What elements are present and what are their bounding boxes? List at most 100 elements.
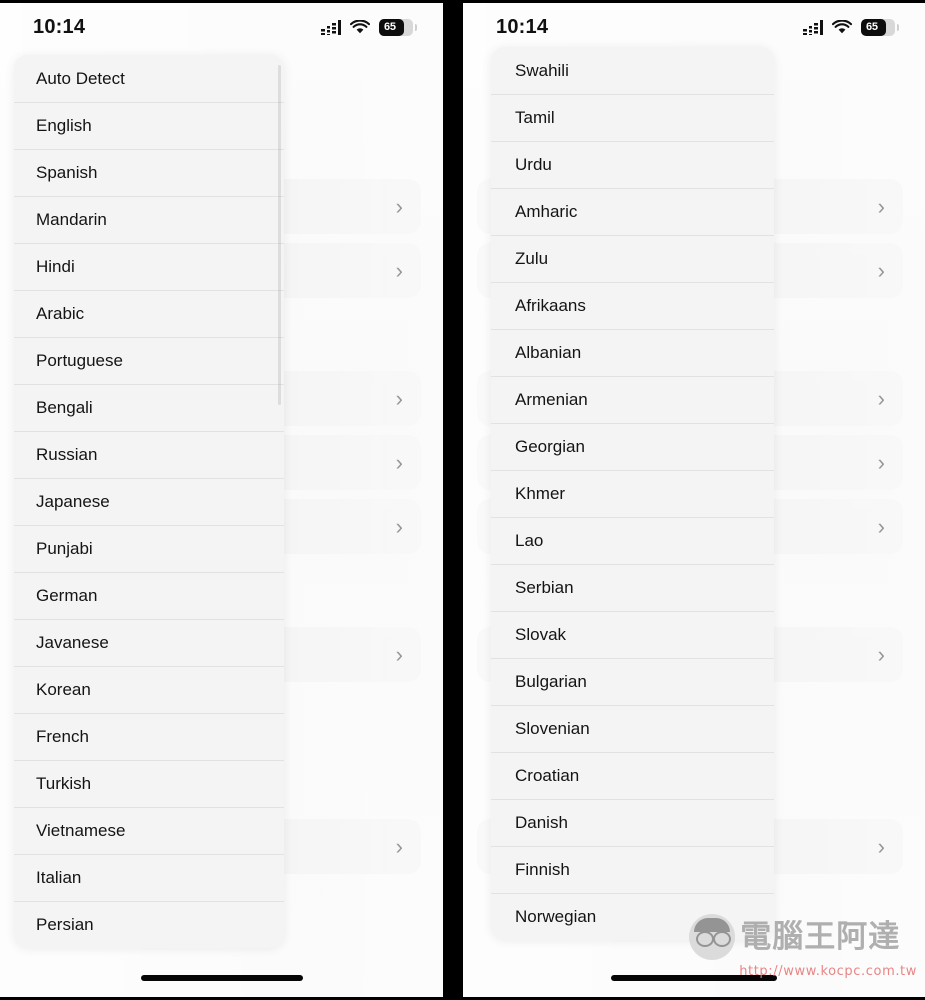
language-option[interactable]: Javanese	[14, 619, 284, 666]
language-option[interactable]: Bengali	[14, 384, 284, 431]
language-option-label: Tamil	[515, 107, 555, 127]
language-option[interactable]: English	[14, 102, 284, 149]
language-option[interactable]: Danish	[491, 799, 774, 846]
language-option-label: Danish	[515, 812, 568, 832]
language-option[interactable]: Bulgarian	[491, 658, 774, 705]
chevron-right-icon: ›	[877, 449, 885, 475]
language-option-label: Bengali	[36, 397, 93, 417]
language-option[interactable]: Spanish	[14, 149, 284, 196]
chevron-right-icon: ›	[877, 257, 885, 283]
language-option-label: Italian	[36, 867, 82, 887]
wifi-icon	[350, 19, 370, 33]
watermark-brand: 電腦王阿達	[740, 918, 901, 955]
status-bar-right: 10:14 65	[463, 3, 925, 51]
language-option[interactable]: Japanese	[14, 478, 284, 525]
language-option-label: Persian	[36, 914, 94, 934]
battery-icon: 65	[379, 18, 417, 36]
language-option[interactable]: Swahili	[491, 47, 774, 94]
language-option-label: Zulu	[515, 248, 549, 268]
language-option[interactable]: Serbian	[491, 564, 774, 611]
sheet-scrollbar-left[interactable]	[278, 65, 281, 405]
language-option[interactable]: Lao	[491, 517, 774, 564]
language-option[interactable]: Korean	[14, 666, 284, 713]
language-option[interactable]: Portuguese	[14, 337, 284, 384]
language-option[interactable]: Turkish	[14, 760, 284, 807]
chevron-right-icon: ›	[395, 641, 403, 667]
language-option-label: Auto Detect	[36, 68, 125, 88]
language-option-label: Norwegian	[515, 906, 597, 926]
language-option-label: Georgian	[515, 436, 585, 456]
site-watermark: 電腦王阿達 http://www.kocpc.com.tw	[689, 914, 917, 979]
chevron-right-icon: ›	[877, 641, 885, 667]
language-option[interactable]: Croatian	[491, 752, 774, 799]
language-option-label: Afrikaans	[515, 295, 586, 315]
language-option-label: English	[36, 115, 92, 135]
chevron-right-icon: ›	[877, 193, 885, 219]
language-option[interactable]: Amharic	[491, 188, 774, 235]
language-option[interactable]: German	[14, 572, 284, 619]
language-option-label: French	[36, 726, 89, 746]
panel-divider	[443, 0, 463, 1000]
language-list-left: Auto Detect English Spanish Mandarin Hindi Ar…	[14, 55, 284, 948]
language-option-label: Slovenian	[515, 718, 590, 738]
chevron-right-icon: ›	[395, 193, 403, 219]
language-option[interactable]: Auto Detect	[14, 55, 284, 102]
language-option-label: Vietnamese	[36, 820, 126, 840]
language-option[interactable]: Tamil	[491, 94, 774, 141]
language-option-label: Amharic	[515, 201, 578, 221]
language-option-label: Mandarin	[36, 209, 107, 229]
language-option[interactable]: Punjabi	[14, 525, 284, 572]
status-bar-left: 10:14 65	[0, 3, 443, 51]
language-option-label: Albanian	[515, 342, 582, 362]
language-option-label: Portuguese	[36, 350, 123, 370]
mascot-icon	[689, 914, 736, 960]
language-option[interactable]: Slovak	[491, 611, 774, 658]
language-option-label: Bulgarian	[515, 671, 587, 691]
language-option-label: Armenian	[515, 389, 588, 409]
language-option-label: Croatian	[515, 765, 580, 785]
language-option[interactable]: French	[14, 713, 284, 760]
language-option-label: Japanese	[36, 491, 110, 511]
cellular-signal-icon	[321, 19, 341, 35]
language-option-label: Lao	[515, 530, 544, 550]
chevron-right-icon: ›	[395, 257, 403, 283]
cellular-signal-icon	[803, 19, 823, 35]
chevron-right-icon: ›	[395, 449, 403, 475]
language-option[interactable]: Georgian	[491, 423, 774, 470]
language-option[interactable]: Afrikaans	[491, 282, 774, 329]
language-option-label: Spanish	[36, 162, 98, 182]
language-sheet-right[interactable]: Swahili Tamil Urdu Amharic Zulu Afrikaans Alba…	[491, 47, 774, 940]
language-option[interactable]: Slovenian	[491, 705, 774, 752]
language-sheet-left[interactable]: Auto Detect English Spanish Mandarin Hindi Ar…	[14, 55, 284, 948]
language-option-label: Slovak	[515, 624, 567, 644]
wifi-icon	[832, 19, 852, 33]
language-option[interactable]: Urdu	[491, 141, 774, 188]
language-option[interactable]: Persian	[14, 901, 284, 948]
language-option[interactable]: Zulu	[491, 235, 774, 282]
language-option-label: Korean	[36, 679, 91, 699]
language-option[interactable]: Armenian	[491, 376, 774, 423]
home-indicator[interactable]	[140, 975, 303, 981]
language-option-label: Javanese	[36, 632, 109, 652]
language-option-label: Turkish	[36, 773, 92, 793]
language-option[interactable]: Russian	[14, 431, 284, 478]
language-option-label: Arabic	[36, 303, 85, 323]
language-option[interactable]: Arabic	[14, 290, 284, 337]
chevron-right-icon: ›	[877, 385, 885, 411]
battery-percent: 65	[384, 21, 396, 33]
language-option[interactable]: Hindi	[14, 243, 284, 290]
language-option[interactable]: Mandarin	[14, 196, 284, 243]
language-option-label: Finnish	[515, 859, 570, 879]
language-option[interactable]: Finnish	[491, 846, 774, 893]
battery-percent: 65	[866, 21, 878, 33]
status-time: 10:14	[496, 15, 549, 38]
language-option-label: Serbian	[515, 577, 574, 597]
language-option[interactable]: Italian	[14, 854, 284, 901]
language-option[interactable]: Vietnamese	[14, 807, 284, 854]
language-option-label: Swahili	[515, 60, 569, 80]
language-option[interactable]: Khmer	[491, 470, 774, 517]
status-indicators: 65	[321, 18, 417, 36]
language-option[interactable]: Albanian	[491, 329, 774, 376]
status-indicators: 65	[803, 18, 899, 36]
chevron-right-icon: ›	[877, 833, 885, 859]
